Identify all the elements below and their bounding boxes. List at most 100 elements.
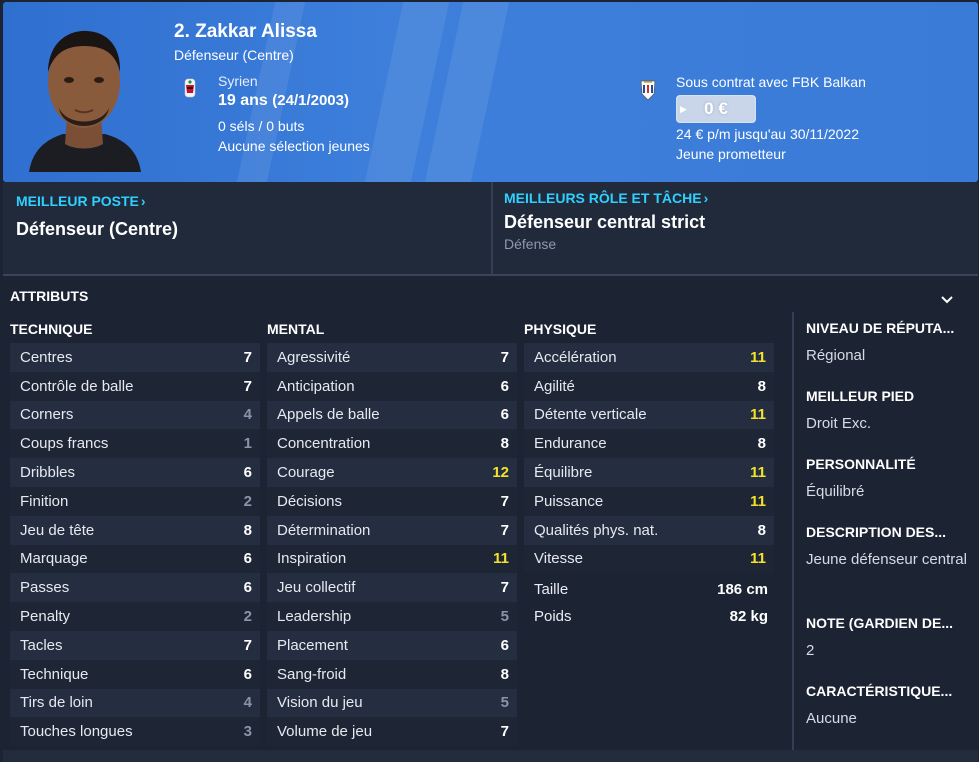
youth-caps: Aucune sélection jeunes [218,138,370,154]
contract-club[interactable]: Sous contrat avec FBK Balkan [676,74,866,90]
attribute-row[interactable]: Sang-froid 8 [267,659,517,689]
attribute-name: Tacles [20,636,63,654]
attribute-row[interactable]: Vitesse 11 [524,544,774,574]
club-crest-icon[interactable] [639,78,657,102]
attribute-value: 7 [500,579,509,597]
attribute-name: Endurance [534,435,607,453]
attribute-name: Puissance [534,492,604,510]
player-age: 19 ans (24/1/2003) [218,92,349,110]
attribute-value: 5 [500,608,509,626]
attribute-row[interactable]: Tacles 7 [10,630,260,660]
info-reputation: NIVEAU DE RÉPUTA... Régional [806,320,976,367]
attribute-row[interactable]: Penalty 2 [10,602,260,631]
attribute-name: Corners [20,406,74,424]
player-name: 2. Zakkar Alissa [174,21,317,42]
attribute-name: Contrôle de balle [20,377,134,395]
attribute-row[interactable]: Coups francs 1 [10,429,260,459]
attribute-value: 6 [243,550,252,568]
attribute-name: Détente verticale [534,406,647,424]
height-value: 186 cm [717,581,768,598]
attribute-row[interactable]: Accélération 11 [524,343,774,372]
best-position-link[interactable]: MEILLEUR POSTE › [16,193,146,209]
attribute-row[interactable]: Leadership 5 [267,602,517,631]
divider [491,182,493,275]
technique-header: TECHNIQUE [10,321,93,337]
weight-row: Poids 82 kg [524,608,774,625]
attribute-row[interactable]: Jeu collectif 7 [267,573,517,603]
attribute-value: 7 [500,521,509,539]
divider [3,274,978,276]
syria-crest-icon[interactable] [182,77,198,99]
attribute-name: Jeu de tête [20,521,95,539]
attribute-row[interactable]: Courage 12 [267,458,517,487]
attribute-row[interactable]: Finition 2 [10,486,260,516]
info-value: Régional [806,347,866,364]
player-header: 2. Zakkar Alissa Défenseur (Centre) Syri… [3,2,978,182]
attribute-row[interactable]: Technique 6 [10,659,260,689]
attribute-name: Volume de jeu [277,723,373,741]
attribute-row[interactable]: Placement 6 [267,630,517,660]
attribute-row[interactable]: Détermination 7 [267,515,517,545]
attribute-row[interactable]: Corners 4 [10,400,260,430]
attribute-name: Vision du jeu [277,694,363,712]
info-value: Droit Exc. [806,415,872,432]
attribute-row[interactable]: Anticipation 6 [267,371,517,401]
attribute-value: 11 [750,348,766,366]
attribute-name: Dribbles [20,464,76,482]
attribute-row[interactable]: Qualités phys. nat. 8 [524,515,774,545]
player-position: Défenseur (Centre) [174,47,294,63]
info-preferred-foot: MEILLEUR PIED Droit Exc. [806,388,976,435]
attribute-value: 11 [750,492,766,510]
transfer-value-pill[interactable]: ▶ 0 € [676,95,756,123]
attribute-row[interactable]: Détente verticale 11 [524,400,774,430]
attribute-row[interactable]: Concentration 8 [267,429,517,459]
attribute-row[interactable]: Contrôle de balle 7 [10,371,260,401]
contract-wage: 24 € p/m jusqu'au 30/11/2022 [676,126,859,142]
attribute-row[interactable]: Vision du jeu 5 [267,688,517,718]
attribute-row[interactable]: Jeu de tête 8 [10,515,260,545]
attribute-row[interactable]: Passes 6 [10,573,260,603]
attribute-row[interactable]: Agressivité 7 [267,343,517,372]
info-traits: CARACTÉRISTIQUE... Aucune [806,683,976,730]
info-title: NIVEAU DE RÉPUTA... [806,320,955,336]
attribute-name: Appels de balle [277,406,380,424]
attribute-name: Détermination [277,521,371,539]
attribute-row[interactable]: Équilibre 11 [524,458,774,487]
attribute-row[interactable]: Inspiration 11 [267,544,517,574]
attributes-title: ATTRIBUTS [10,288,89,304]
attribute-name: Anticipation [277,377,355,395]
attribute-row[interactable]: Endurance 8 [524,429,774,459]
chevron-down-icon[interactable] [940,295,954,305]
attribute-row[interactable]: Centres 7 [10,343,260,372]
attribute-row[interactable]: Agilité 8 [524,371,774,401]
attribute-value: 8 [757,521,766,539]
attribute-row[interactable]: Décisions 7 [267,486,517,516]
info-goalkeeper-rating: NOTE (GARDIEN DE... 2 [806,615,976,662]
attribute-value: 12 [492,464,509,482]
technique-list: Centres 7 Contrôle de balle 7 Corners 4 Coups … [10,343,260,747]
attribute-name: Placement [277,636,348,654]
attribute-row[interactable]: Appels de balle 6 [267,400,517,430]
weight-label: Poids [534,608,572,625]
attribute-name: Accélération [534,348,617,366]
attribute-row[interactable]: Marquage 6 [10,544,260,574]
info-title: NOTE (GARDIEN DE... [806,615,954,631]
divider [792,312,794,750]
best-role-link[interactable]: MEILLEURS RÔLE ET TÂCHE › [504,190,708,206]
attribute-value: 5 [500,694,509,712]
attribute-value: 11 [750,464,766,482]
bottom-strip [3,750,978,762]
attribute-row[interactable]: Volume de jeu 7 [267,717,517,747]
international-caps: 0 séls / 0 buts [218,118,305,134]
attribute-name: Penalty [20,608,71,626]
attribute-name: Touches longues [20,723,133,741]
attribute-name: Courage [277,464,335,482]
attribute-row[interactable]: Touches longues 3 [10,717,260,747]
attribute-row[interactable]: Dribbles 6 [10,458,260,487]
attribute-row[interactable]: Puissance 11 [524,486,774,516]
attribute-value: 1 [243,435,252,453]
attribute-value: 8 [500,665,509,683]
attribute-row[interactable]: Tirs de loin 4 [10,688,260,718]
attribute-value: 4 [243,694,252,712]
player-nationality[interactable]: Syrien [218,73,258,89]
